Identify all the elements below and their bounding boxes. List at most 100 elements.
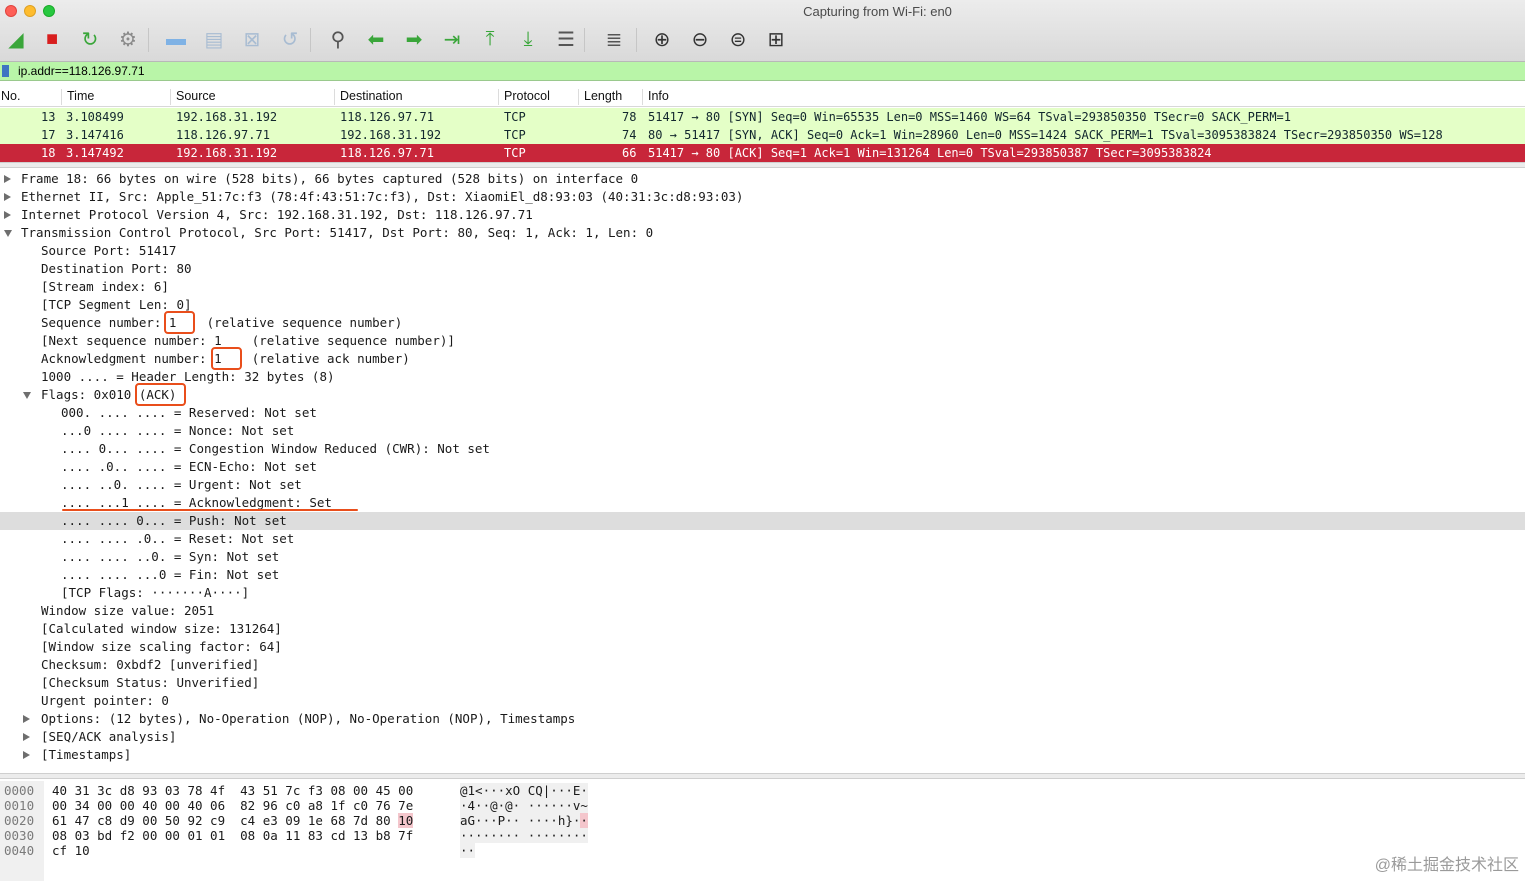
toolbar-separator bbox=[584, 28, 585, 52]
save-file-icon[interactable]: ▤ bbox=[199, 24, 229, 54]
byte-offset: 0030 bbox=[4, 828, 35, 843]
pane-splitter-bottom[interactable] bbox=[0, 773, 1525, 779]
folder-open-icon[interactable]: ▬ bbox=[161, 24, 191, 54]
detail-line[interactable]: Internet Protocol Version 4, Src: 192.16… bbox=[0, 206, 1525, 224]
detail-line[interactable]: .... .... 0... = Push: Not set bbox=[0, 512, 1525, 530]
detail-line[interactable]: .... .0.. .... = ECN-Echo: Not set bbox=[0, 458, 1525, 476]
detail-line[interactable]: [TCP Segment Len: 0] bbox=[0, 296, 1525, 314]
zoom-out-icon[interactable]: ⊖ bbox=[685, 24, 715, 54]
detail-text: [Checksum Status: Unverified] bbox=[41, 675, 260, 690]
first-packet-icon[interactable]: ⤒ bbox=[475, 24, 505, 54]
detail-line[interactable]: .... ..0. .... = Urgent: Not set bbox=[0, 476, 1525, 494]
restart-fin-icon[interactable]: ↻ bbox=[75, 24, 105, 54]
byte-ascii[interactable]: ·4··@·@· ······v~ bbox=[460, 798, 588, 813]
gear-options-icon[interactable]: ⚙ bbox=[113, 24, 143, 54]
detail-line[interactable]: Frame 18: 66 bytes on wire (528 bits), 6… bbox=[0, 170, 1525, 188]
resize-columns-icon[interactable]: ⊞ bbox=[761, 24, 791, 54]
detail-line[interactable]: [Checksum Status: Unverified] bbox=[0, 674, 1525, 692]
detail-line[interactable]: [SEQ/ACK analysis] bbox=[0, 728, 1525, 746]
expanded-triangle-icon[interactable] bbox=[4, 230, 12, 237]
detail-line[interactable]: 000. .... .... = Reserved: Not set bbox=[0, 404, 1525, 422]
column-header-destination[interactable]: Destination bbox=[334, 89, 498, 105]
detail-text: 000. .... .... = Reserved: Not set bbox=[61, 405, 317, 420]
detail-line[interactable]: .... .... ..0. = Syn: Not set bbox=[0, 548, 1525, 566]
byte-ascii[interactable]: ········ ········ bbox=[460, 828, 588, 843]
zoom-in-icon[interactable]: ⊕ bbox=[647, 24, 677, 54]
column-header-length[interactable]: Length bbox=[578, 89, 642, 105]
byte-ascii[interactable]: ·· bbox=[460, 843, 476, 858]
byte-hex[interactable]: 00 34 00 00 40 00 40 06 82 96 c0 a8 1f c… bbox=[52, 798, 413, 813]
detail-line[interactable]: [Stream index: 6] bbox=[0, 278, 1525, 296]
last-packet-icon[interactable]: ⤓ bbox=[513, 24, 543, 54]
detail-line[interactable]: Urgent pointer: 0 bbox=[0, 692, 1525, 710]
detail-text: Ethernet II, Src: Apple_51:7c:f3 (78:4f:… bbox=[21, 189, 744, 204]
bookmark-icon[interactable] bbox=[2, 65, 9, 77]
normal-size-icon[interactable]: ⊜ bbox=[723, 24, 753, 54]
byte-hex[interactable]: 40 31 3c d8 93 03 78 4f 43 51 7c f3 08 0… bbox=[52, 783, 413, 798]
column-header-time[interactable]: Time bbox=[61, 89, 170, 105]
detail-text: Destination Port: 80 bbox=[41, 261, 192, 276]
packet-row[interactable]: 17 3.147416 118.126.97.71 192.168.31.192 TCP… bbox=[0, 126, 1525, 144]
packet-row[interactable]: 13 3.108499 192.168.31.192 118.126.97.71 TCP… bbox=[0, 108, 1525, 126]
detail-text: [Stream index: 6] bbox=[41, 279, 169, 294]
detail-text: [SEQ/ACK analysis] bbox=[41, 729, 177, 744]
column-header-no[interactable]: No. bbox=[0, 89, 62, 105]
detail-line[interactable]: Source Port: 51417 bbox=[0, 242, 1525, 260]
detail-line[interactable]: [TCP Flags: ·······A····] bbox=[0, 584, 1525, 602]
go-to-packet-icon[interactable]: ⇥ bbox=[437, 24, 467, 54]
byte-hex-text: 00 34 00 00 40 00 40 06 82 96 c0 a8 1f c… bbox=[52, 798, 414, 813]
title-bar: Capturing from Wi-Fi: en0 ◢ ■ ↻ ⚙ ▬ ▤ ⊠ ↺ ⚲ ⬅ ➡ ⇥ ⤒ ⤓… bbox=[0, 0, 1525, 62]
collapsed-triangle-icon[interactable] bbox=[4, 193, 11, 201]
detail-line[interactable]: 1000 .... = Header Length: 32 bytes (8) bbox=[0, 368, 1525, 386]
detail-line[interactable]: .... 0... .... = Congestion Window Reduc… bbox=[0, 440, 1525, 458]
detail-line[interactable]: .... .... .0.. = Reset: Not set bbox=[0, 530, 1525, 548]
detail-line[interactable]: Window size value: 2051 bbox=[0, 602, 1525, 620]
detail-line[interactable]: Flags: 0x010 (ACK) bbox=[0, 386, 1525, 404]
packet-row[interactable]: 18 3.147492 192.168.31.192 118.126.97.71 TCP… bbox=[0, 144, 1525, 162]
expanded-triangle-icon[interactable] bbox=[23, 392, 31, 399]
colorize-icon[interactable]: ≣ bbox=[599, 24, 629, 54]
detail-text: [Timestamps] bbox=[41, 747, 132, 762]
collapsed-triangle-icon[interactable] bbox=[23, 715, 30, 723]
stop-square-icon[interactable]: ■ bbox=[37, 24, 67, 54]
byte-hex[interactable]: 08 03 bd f2 00 00 01 01 08 0a 11 83 cd 1… bbox=[52, 828, 413, 843]
detail-line[interactable]: [Window size scaling factor: 64] bbox=[0, 638, 1525, 656]
display-filter-input[interactable]: ip.addr==118.126.97.71 bbox=[18, 64, 145, 78]
detail-text: Internet Protocol Version 4, Src: 192.16… bbox=[21, 207, 533, 222]
byte-ascii[interactable]: aG···P·· ····h}·· bbox=[460, 813, 588, 828]
go-forward-arrow-icon[interactable]: ➡ bbox=[399, 24, 429, 54]
detail-line[interactable]: Destination Port: 80 bbox=[0, 260, 1525, 278]
detail-line[interactable]: .... .... ...0 = Fin: Not set bbox=[0, 566, 1525, 584]
detail-line[interactable]: Ethernet II, Src: Apple_51:7c:f3 (78:4f:… bbox=[0, 188, 1525, 206]
detail-line[interactable]: [Timestamps] bbox=[0, 746, 1525, 764]
autoscroll-icon[interactable]: ☰ bbox=[551, 24, 581, 54]
column-header-protocol[interactable]: Protocol bbox=[498, 89, 578, 105]
detail-line[interactable]: [Calculated window size: 131264] bbox=[0, 620, 1525, 638]
collapsed-triangle-icon[interactable] bbox=[4, 211, 11, 219]
collapsed-triangle-icon[interactable] bbox=[4, 175, 11, 183]
close-file-icon[interactable]: ⊠ bbox=[237, 24, 267, 54]
detail-line[interactable]: ...0 .... .... = Nonce: Not set bbox=[0, 422, 1525, 440]
packet-cell-destination: 192.168.31.192 bbox=[340, 128, 442, 142]
bytes-row: 0010 00 34 00 00 40 00 40 06 82 96 c0 a8 … bbox=[0, 798, 1525, 813]
detail-line[interactable]: Transmission Control Protocol, Src Port:… bbox=[0, 224, 1525, 242]
packet-cell-info: 80 → 51417 [SYN, ACK] Seq=0 Ack=1 Win=28… bbox=[648, 128, 1443, 142]
collapsed-triangle-icon[interactable] bbox=[23, 751, 30, 759]
byte-hex[interactable]: cf 10 bbox=[52, 843, 90, 858]
find-packet-icon[interactable]: ⚲ bbox=[323, 24, 353, 54]
detail-line[interactable]: Options: (12 bytes), No-Operation (NOP),… bbox=[0, 710, 1525, 728]
pane-splitter[interactable] bbox=[0, 162, 1525, 168]
column-header-info[interactable]: Info bbox=[642, 89, 1522, 105]
detail-text: Source Port: 51417 bbox=[41, 243, 177, 258]
collapsed-triangle-icon[interactable] bbox=[23, 733, 30, 741]
shark-fin-start-icon[interactable]: ◢ bbox=[1, 24, 31, 54]
toolbar-separator bbox=[148, 28, 149, 52]
byte-ascii[interactable]: @1<···xO CQ|···E· bbox=[460, 783, 588, 798]
byte-ascii-text: ·· bbox=[460, 843, 476, 858]
reload-file-icon[interactable]: ↺ bbox=[275, 24, 305, 54]
detail-line[interactable]: Checksum: 0xbdf2 [unverified] bbox=[0, 656, 1525, 674]
byte-hex[interactable]: 61 47 c8 d9 00 50 92 c9 c4 e3 09 1e 68 7… bbox=[52, 813, 414, 828]
go-back-arrow-icon[interactable]: ⬅ bbox=[361, 24, 391, 54]
detail-line[interactable]: Sequence number: 1 (relative sequence nu… bbox=[0, 314, 1525, 332]
column-header-source[interactable]: Source bbox=[170, 89, 334, 105]
